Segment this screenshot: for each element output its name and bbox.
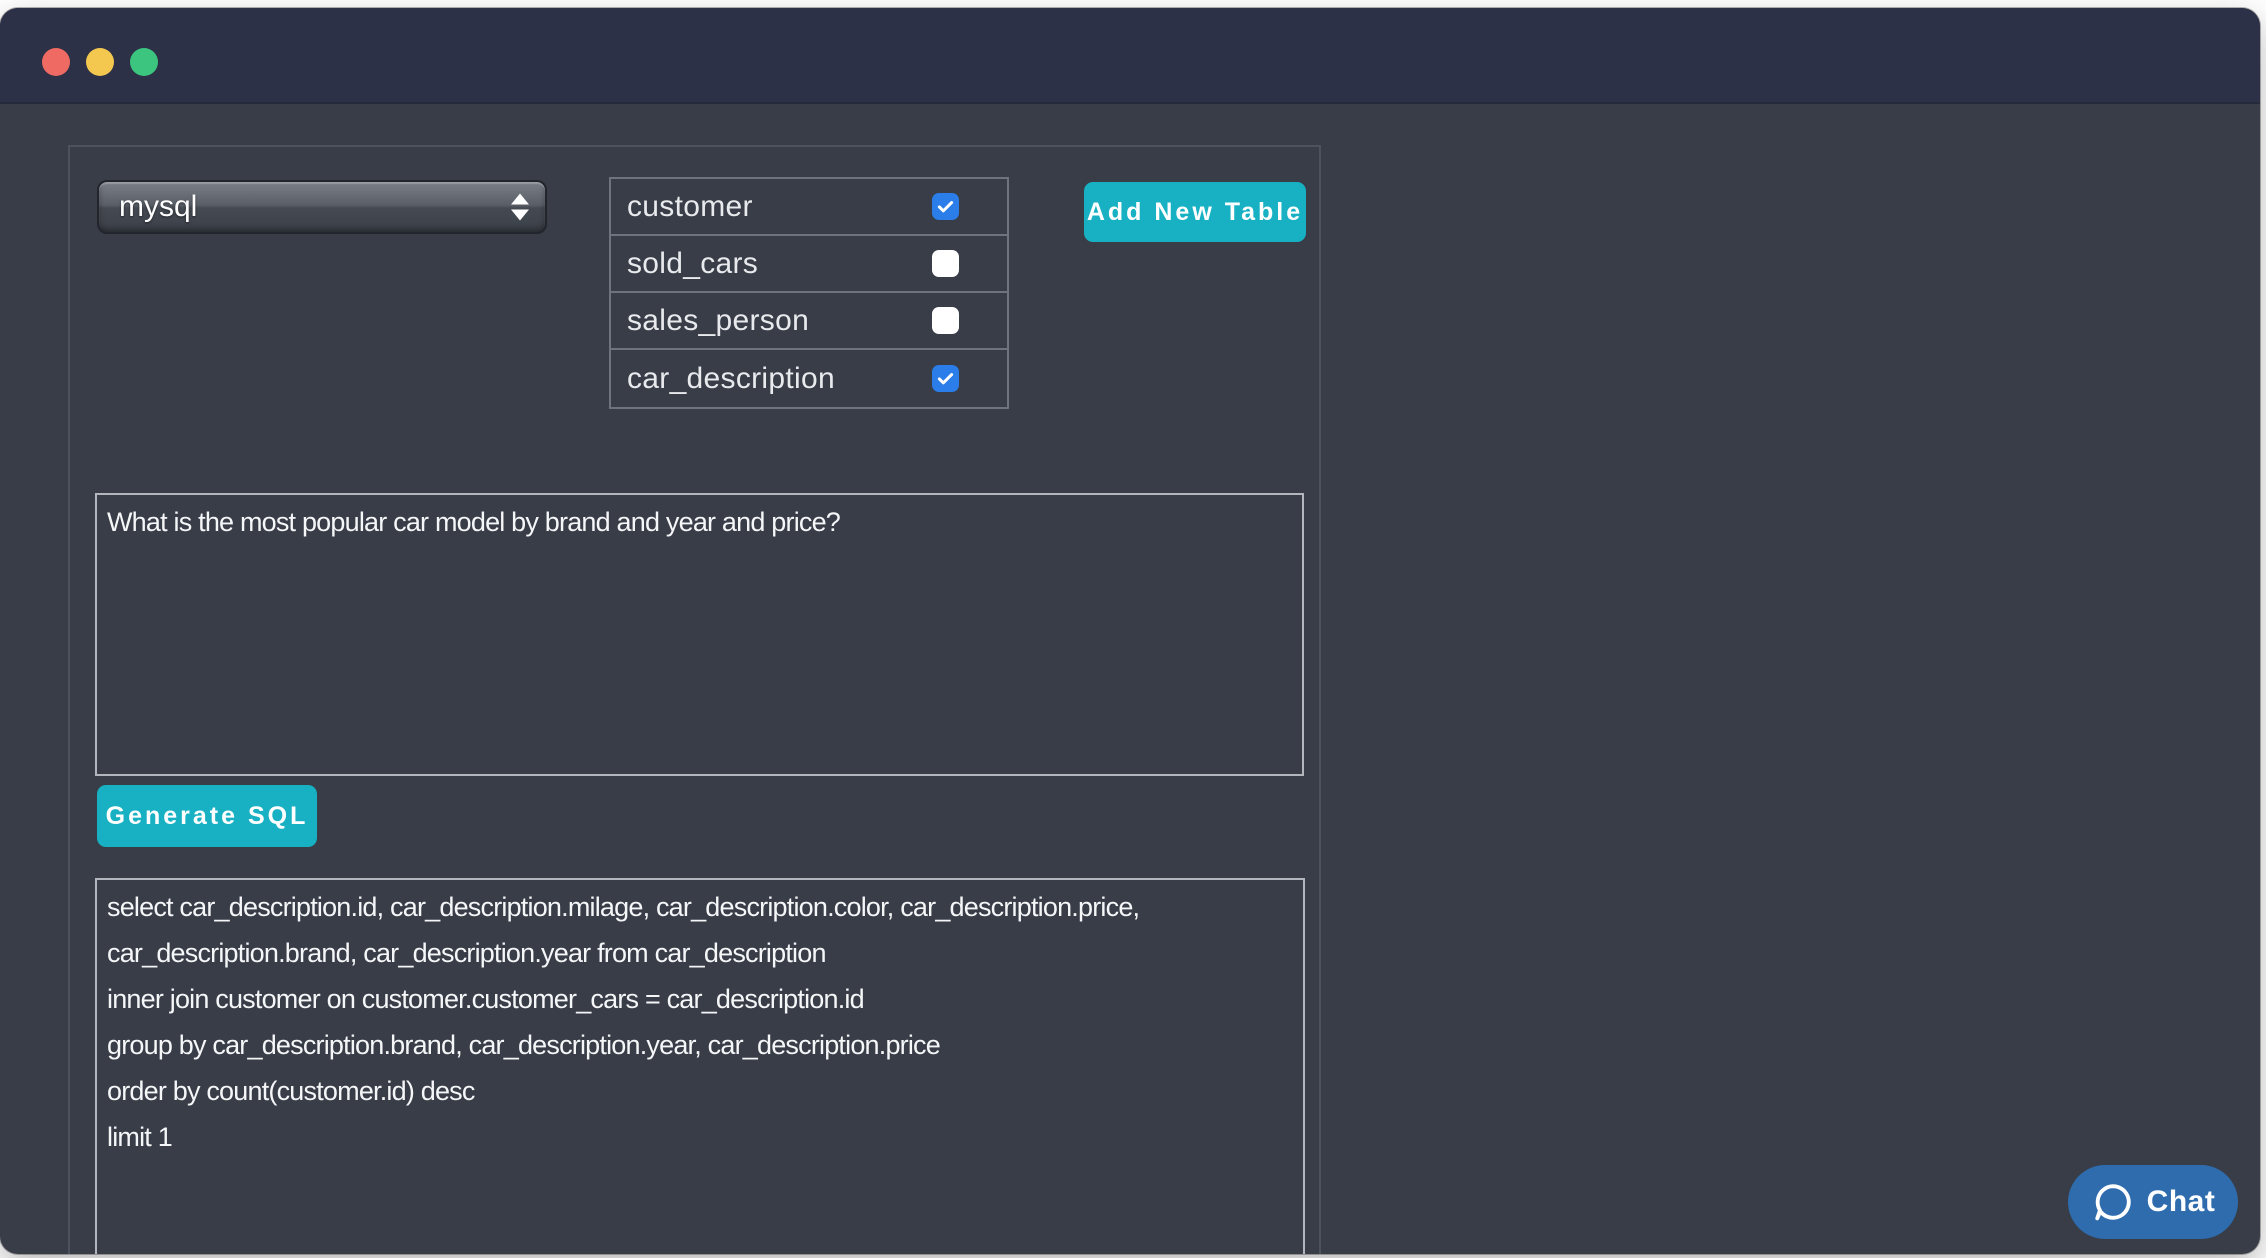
sql-output[interactable]: select car_description.id, car_descripti… xyxy=(95,878,1305,1254)
database-select-value: mysql xyxy=(99,190,197,224)
titlebar xyxy=(0,8,2260,104)
chat-button-label: Chat xyxy=(2147,1185,2216,1219)
check-icon xyxy=(935,196,956,217)
table-checkbox[interactable] xyxy=(932,365,959,392)
query-builder-panel: mysql customer sold_cars sales_person xyxy=(68,145,1321,1254)
table-row: sales_person xyxy=(611,293,1007,350)
select-stepper-icon xyxy=(511,194,529,221)
generate-sql-button[interactable]: Generate SQL xyxy=(97,785,317,847)
table-checkbox[interactable] xyxy=(932,307,959,334)
table-row: customer xyxy=(611,179,1007,236)
table-row: sold_cars xyxy=(611,236,1007,293)
zoom-window-icon[interactable] xyxy=(130,48,158,76)
table-list: customer sold_cars sales_person car_desc… xyxy=(609,177,1009,409)
table-name: customer xyxy=(611,190,753,224)
table-name: sales_person xyxy=(611,304,809,338)
add-new-table-button[interactable]: Add New Table xyxy=(1084,182,1306,242)
table-checkbox[interactable] xyxy=(932,250,959,277)
table-name: sold_cars xyxy=(611,247,758,281)
speech-bubble-icon xyxy=(2091,1180,2135,1224)
question-input[interactable]: What is the most popular car model by br… xyxy=(95,493,1304,776)
chat-button[interactable]: Chat xyxy=(2068,1165,2238,1239)
minimize-window-icon[interactable] xyxy=(86,48,114,76)
table-checkbox[interactable] xyxy=(932,193,959,220)
table-name: car_description xyxy=(611,362,835,396)
close-window-icon[interactable] xyxy=(42,48,70,76)
check-icon xyxy=(935,368,956,389)
app-window: mysql customer sold_cars sales_person xyxy=(0,8,2260,1254)
database-select[interactable]: mysql xyxy=(97,180,547,234)
table-row: car_description xyxy=(611,350,1007,407)
